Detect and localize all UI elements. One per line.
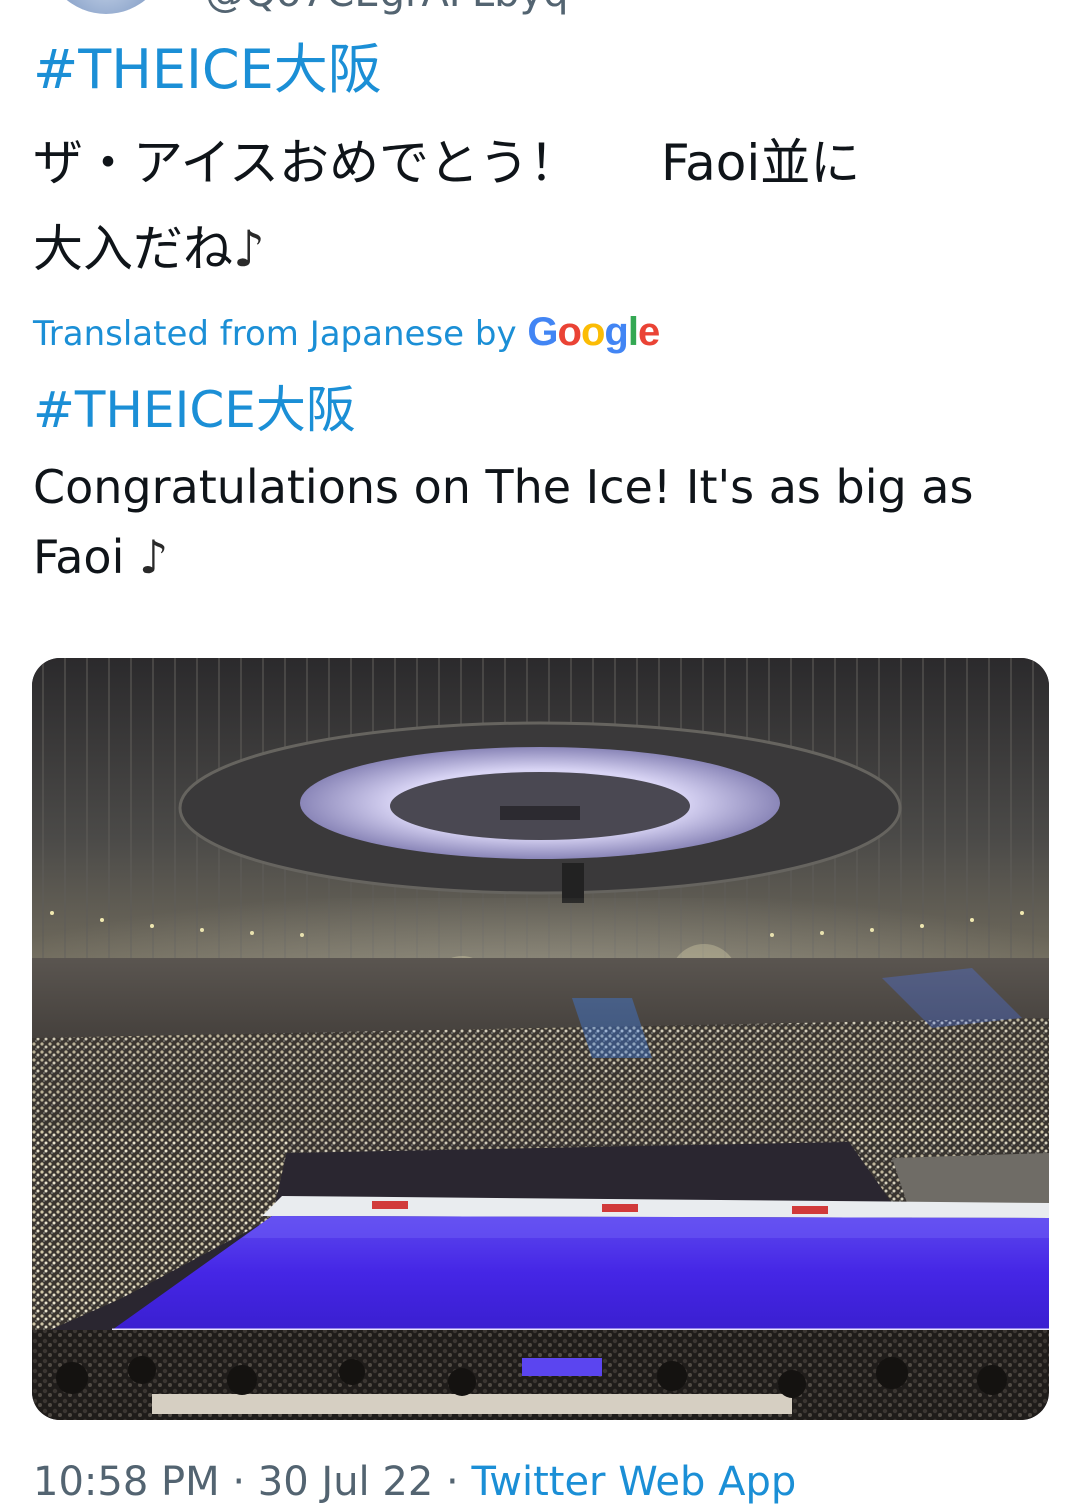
translated-label: Translated from Japanese by	[33, 314, 517, 354]
tweet-text-translation: Congratulations on The Ice! It's as big …	[33, 452, 1053, 592]
tweet-text-segment: ザ・アイスおめでとう！	[33, 134, 579, 192]
arena-photo-illustration	[32, 658, 1049, 1420]
tweet-text-segment: Faoi並に	[661, 134, 861, 192]
tweet-source-link[interactable]: Twitter Web App	[471, 1459, 796, 1505]
tweet-time[interactable]: 10:58 PM	[33, 1459, 220, 1505]
music-note-icon: ♪	[233, 220, 265, 278]
translation-attribution: Translated from Japanese by Google	[33, 306, 660, 358]
tweet-header: @Qo7CEgrAFLbyq	[0, 0, 1073, 22]
tweet-meta: 10:58 PM · 30 Jul 22 · Twitter Web App	[33, 1458, 796, 1506]
separator: ·	[433, 1459, 472, 1505]
tweet-date[interactable]: 30 Jul 22	[258, 1459, 434, 1505]
translation-hashtag-link[interactable]: #THEICE大阪	[33, 378, 356, 442]
translation-line-2: Faoi ♪	[33, 522, 1053, 592]
separator: ·	[219, 1459, 258, 1505]
author-handle[interactable]: @Qo7CEgrAFLbyq	[205, 0, 569, 16]
hashtag-link[interactable]: #THEICE大阪	[33, 38, 382, 102]
avatar[interactable]	[44, 0, 168, 14]
tweet-photo[interactable]	[32, 658, 1049, 1420]
tweet-text-segment: 大入だね	[33, 220, 233, 278]
google-logo: Google	[527, 310, 660, 354]
tweet: @Qo7CEgrAFLbyq #THEICE大阪 ザ・アイスおめでとう！ Faoi…	[0, 0, 1073, 1505]
music-note-icon: ♪	[138, 530, 169, 584]
tweet-text-line-1: ザ・アイスおめでとう！ Faoi並に	[33, 120, 1043, 206]
translation-segment: Faoi	[33, 530, 139, 584]
tweet-text-line-2: 大入だね♪	[33, 206, 1043, 292]
translation-line-1: Congratulations on The Ice! It's as big …	[33, 460, 974, 514]
tweet-text-original: ザ・アイスおめでとう！ Faoi並に 大入だね♪	[33, 120, 1043, 292]
